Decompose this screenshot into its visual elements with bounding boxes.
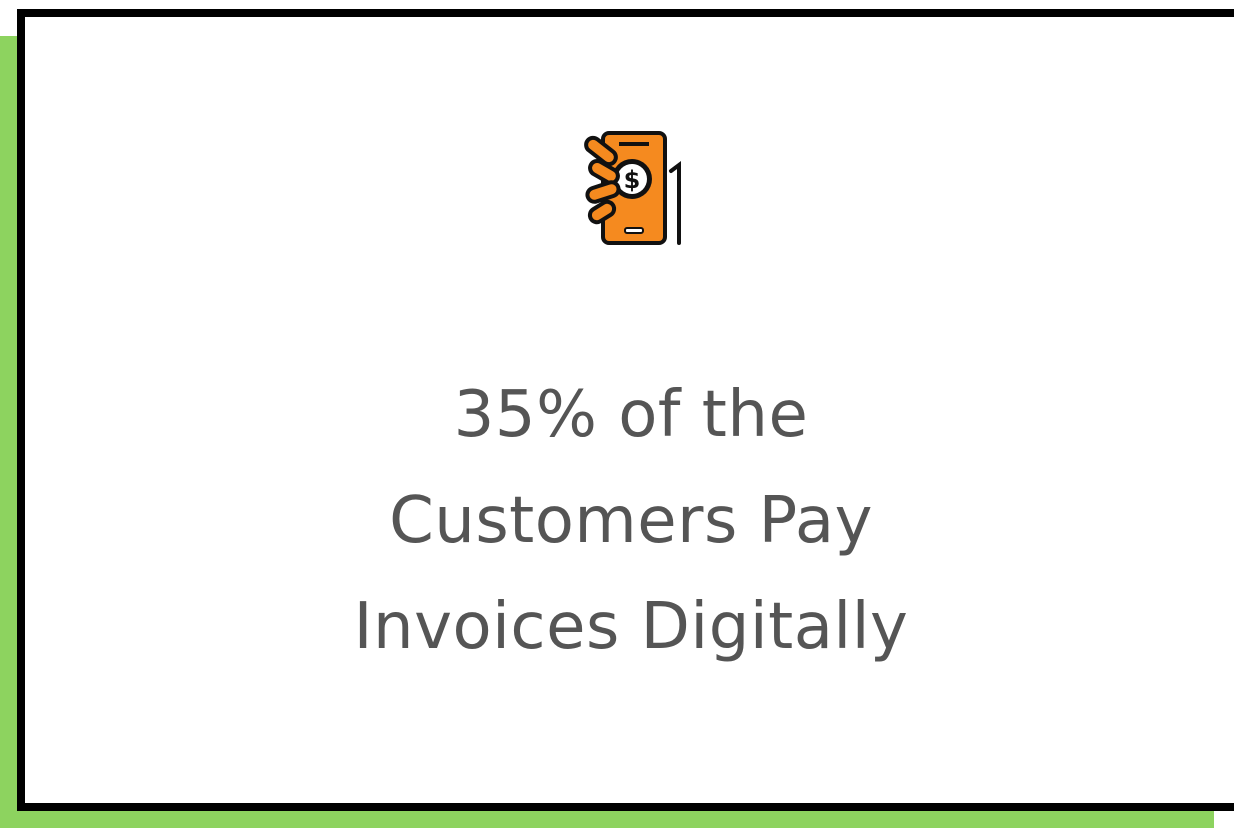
headline-line-1: 35% of the — [453, 378, 809, 452]
headline-line-3: Invoices Digitally — [353, 590, 909, 664]
stat-headline: 35% of the Customers Pay Invoices Digita… — [17, 362, 1234, 680]
hand-holding-phone-dollar-icon: $ — [579, 129, 689, 249]
svg-text:$: $ — [624, 166, 641, 194]
headline-line-2: Customers Pay — [389, 484, 873, 558]
